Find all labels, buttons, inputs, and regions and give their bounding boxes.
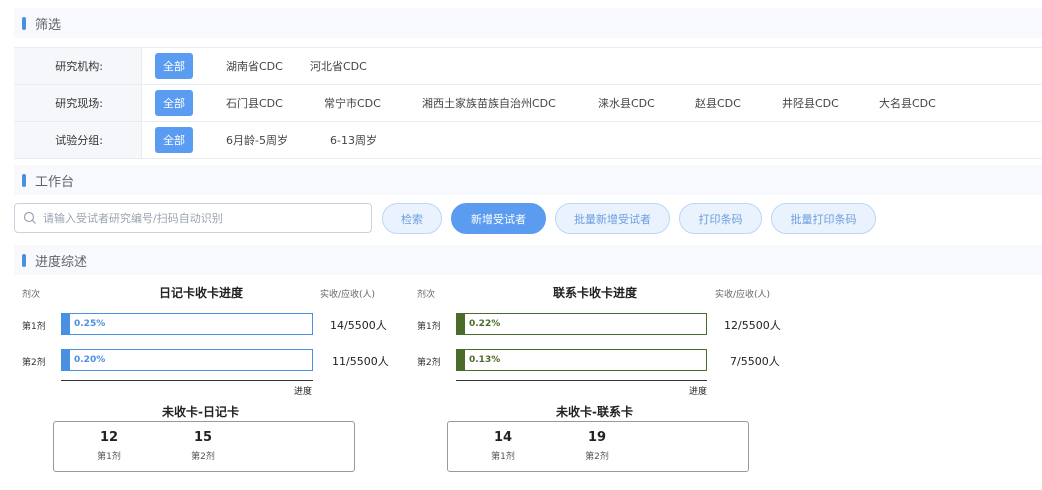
summary-title: 未收卡-联系卡 bbox=[556, 405, 633, 419]
section-marker bbox=[22, 16, 26, 30]
received-count: 14/5500人 bbox=[330, 319, 387, 332]
filter-option[interactable]: 6月龄-5周岁 bbox=[226, 122, 288, 158]
received-count: 11/5500人 bbox=[332, 355, 389, 368]
progress-bar-track: 0.20% bbox=[61, 349, 313, 371]
filter-option[interactable]: 大名县CDC bbox=[879, 85, 936, 121]
filter-label: 试验分组: bbox=[14, 122, 142, 158]
progress-bar-fill bbox=[62, 350, 70, 370]
filter-option[interactable]: 河北省CDC bbox=[310, 48, 367, 84]
x-axis-label: 进度 bbox=[294, 387, 313, 397]
summary-dose-label: 第2剂 bbox=[585, 452, 609, 462]
x-axis-line bbox=[456, 380, 707, 381]
x-axis-label: 进度 bbox=[689, 387, 708, 397]
summary-title: 未收卡-日记卡 bbox=[162, 405, 239, 419]
batch-print-barcode-button[interactable]: 批量打印条码 bbox=[771, 203, 876, 234]
filter-section-header: 筛选 bbox=[14, 8, 1042, 38]
batch-add-subject-button[interactable]: 批量新增受试者 bbox=[555, 203, 670, 234]
summary-count: 14 bbox=[493, 430, 513, 445]
add-subject-button[interactable]: 新增受试者 bbox=[451, 203, 546, 234]
filter-option[interactable]: 6-13周岁 bbox=[330, 122, 377, 158]
progress-percent-label: 0.20% bbox=[74, 355, 106, 365]
count-header: 实收/应收(人) bbox=[715, 290, 771, 300]
dose-label: 第2剂 bbox=[22, 358, 46, 368]
progress-bar-track: 0.22% bbox=[456, 313, 707, 335]
contact-card-summary: 14 第1剂 19 第2剂 bbox=[447, 421, 749, 472]
progress-percent-label: 0.13% bbox=[469, 355, 501, 365]
dose-label: 第1剂 bbox=[417, 322, 441, 332]
progress-bar-track: 0.25% bbox=[61, 313, 313, 335]
x-axis-line bbox=[61, 380, 313, 381]
filter-all-button[interactable]: 全部 bbox=[155, 127, 193, 153]
summary-item: 14 第1剂 bbox=[483, 422, 523, 462]
search-field[interactable] bbox=[14, 203, 372, 233]
summary-item: 12 第1剂 bbox=[89, 422, 129, 462]
progress-bar-fill bbox=[457, 314, 465, 334]
summary-dose-label: 第1剂 bbox=[491, 452, 515, 462]
search-button[interactable]: 检索 bbox=[382, 203, 442, 234]
section-marker bbox=[22, 173, 26, 187]
filter-option[interactable]: 石门县CDC bbox=[226, 85, 283, 121]
summary-count: 12 bbox=[99, 430, 119, 445]
print-barcode-button[interactable]: 打印条码 bbox=[679, 203, 762, 234]
section-title: 进度综述 bbox=[35, 254, 88, 270]
filter-option[interactable]: 涞水县CDC bbox=[598, 85, 655, 121]
filter-option[interactable]: 赵县CDC bbox=[695, 85, 741, 121]
dose-label: 第1剂 bbox=[22, 322, 46, 332]
dose-header: 剂次 bbox=[22, 290, 41, 300]
section-title: 工作台 bbox=[35, 174, 75, 190]
summary-dose-label: 第1剂 bbox=[97, 452, 121, 462]
dose-header: 剂次 bbox=[417, 290, 436, 300]
progress-section-header: 进度综述 bbox=[14, 245, 1042, 275]
count-header: 实收/应收(人) bbox=[320, 290, 376, 300]
summary-item: 19 第2剂 bbox=[577, 422, 617, 462]
filter-row-group: 试验分组: 全部 6月龄-5周岁 6-13周岁 bbox=[14, 122, 1042, 159]
filter-option[interactable]: 湘西土家族苗族自治州CDC bbox=[422, 85, 556, 121]
chart-title: 日记卡收卡进度 bbox=[159, 286, 244, 300]
filter-table: 研究机构: 全部 湖南省CDC 河北省CDC 研究现场: 全部 石门县CDC 常… bbox=[14, 47, 1042, 159]
filter-label: 研究现场: bbox=[14, 85, 142, 121]
section-marker bbox=[22, 253, 26, 267]
filter-all-button[interactable]: 全部 bbox=[155, 90, 193, 116]
dose-label: 第2剂 bbox=[417, 358, 441, 368]
progress-bar-fill bbox=[457, 350, 465, 370]
search-icon bbox=[23, 211, 36, 224]
received-count: 7/5500人 bbox=[730, 355, 780, 368]
filter-all-button[interactable]: 全部 bbox=[155, 53, 193, 79]
progress-percent-label: 0.25% bbox=[74, 319, 106, 329]
summary-item: 15 第2剂 bbox=[183, 422, 223, 462]
received-count: 12/5500人 bbox=[724, 319, 781, 332]
summary-count: 15 bbox=[193, 430, 213, 445]
filter-label: 研究机构: bbox=[14, 48, 142, 84]
progress-bar-track: 0.13% bbox=[456, 349, 707, 371]
filter-row-site: 研究现场: 全部 石门县CDC 常宁市CDC 湘西土家族苗族自治州CDC 涞水县… bbox=[14, 85, 1042, 122]
section-title: 筛选 bbox=[35, 17, 62, 33]
summary-dose-label: 第2剂 bbox=[191, 452, 215, 462]
progress-bar-fill bbox=[62, 314, 70, 334]
filter-row-institution: 研究机构: 全部 湖南省CDC 河北省CDC bbox=[14, 48, 1042, 85]
summary-count: 19 bbox=[587, 430, 607, 445]
workbench-section-header: 工作台 bbox=[14, 165, 1042, 195]
chart-title: 联系卡收卡进度 bbox=[553, 286, 638, 300]
filter-option[interactable]: 湖南省CDC bbox=[226, 48, 283, 84]
search-input[interactable] bbox=[41, 210, 365, 226]
filter-option[interactable]: 井陉县CDC bbox=[782, 85, 839, 121]
diary-card-summary: 12 第1剂 15 第2剂 bbox=[53, 421, 355, 472]
filter-option[interactable]: 常宁市CDC bbox=[324, 85, 381, 121]
progress-percent-label: 0.22% bbox=[469, 319, 501, 329]
